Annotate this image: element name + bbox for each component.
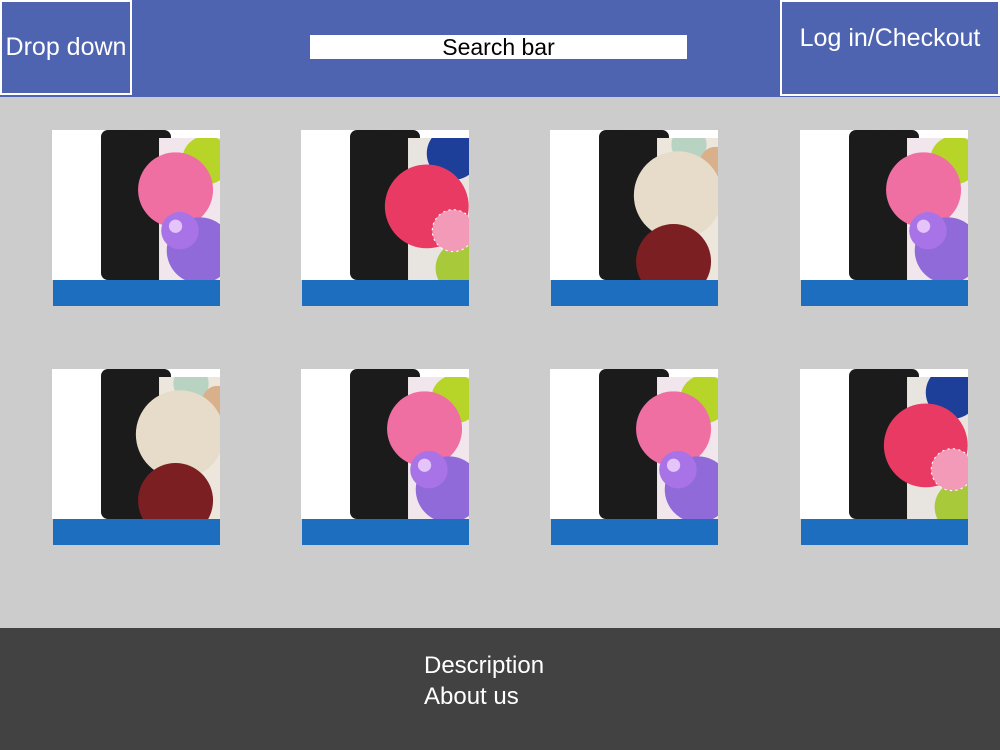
phone-pink-icon[interactable] [301,369,469,519]
phone-red-icon[interactable] [301,130,469,280]
phone-beige-icon[interactable] [52,369,220,519]
product-bar[interactable] [53,519,220,545]
search-bar[interactable]: Search bar [310,35,687,59]
product-card[interactable] [52,130,220,306]
product-bar[interactable] [801,519,968,545]
product-card[interactable] [550,369,718,545]
product-card[interactable] [800,130,968,306]
phone-pink-icon[interactable] [800,130,968,280]
about-us-link[interactable]: About us [424,683,519,711]
product-card[interactable] [301,369,469,545]
product-bar[interactable] [551,519,718,545]
footer: Description About us [0,628,1000,750]
phone-beige-icon[interactable] [550,130,718,280]
product-bar[interactable] [53,280,220,306]
product-card[interactable] [550,130,718,306]
header: Drop down Search bar Log in/Checkout [0,0,1000,97]
product-card[interactable] [301,130,469,306]
product-card[interactable] [52,369,220,545]
description-link[interactable]: Description [424,652,544,680]
phone-red-icon[interactable] [800,369,968,519]
product-bar[interactable] [551,280,718,306]
phone-pink-icon[interactable] [52,130,220,280]
login-checkout-button[interactable]: Log in/Checkout [780,0,1000,96]
phone-pink-icon[interactable] [550,369,718,519]
product-bar[interactable] [302,519,469,545]
dropdown-button[interactable]: Drop down [0,0,132,95]
product-bar[interactable] [302,280,469,306]
product-card[interactable] [800,369,968,545]
product-bar[interactable] [801,280,968,306]
